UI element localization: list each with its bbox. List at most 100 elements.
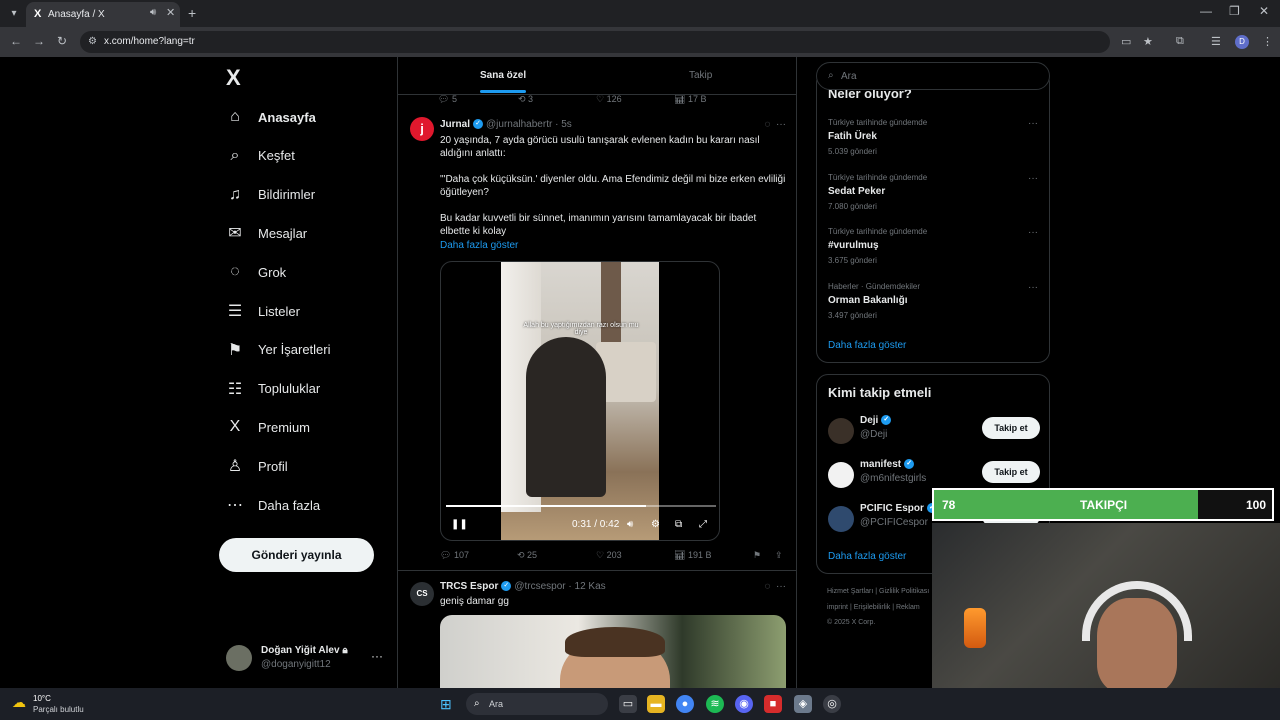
show-more-link[interactable]: Daha fazla göster	[440, 240, 518, 251]
more-icon[interactable]: ···	[1028, 118, 1038, 129]
x-logo-icon[interactable]: X	[226, 65, 241, 91]
tweet-image[interactable]	[440, 615, 786, 688]
spotify-icon[interactable]: ≋	[706, 695, 724, 713]
who-to-follow-show-more[interactable]: Daha fazla göster	[828, 551, 906, 562]
video-player[interactable]: Allah bu yaptığımızdan razı olsun mu diy…	[440, 261, 720, 541]
grok-icon[interactable]: ◌	[764, 581, 770, 592]
tweet[interactable]: j Jurnal ✓ @jurnalhabertr · 5s ◌ ··· 20 ya…	[398, 109, 796, 571]
footer-links[interactable]: imprint | Erişilebilirlik | Reklam	[827, 604, 920, 611]
tab-following[interactable]: Takip	[689, 70, 712, 81]
taskbar-search[interactable]: ⌕ Ara	[466, 693, 608, 715]
chrome-icon[interactable]: ●	[676, 695, 694, 713]
site-info-icon[interactable]: ⚙	[88, 36, 97, 47]
avatar[interactable]	[828, 418, 854, 444]
sidebar-item-daha-fazla[interactable]: ⋯ Daha fazla	[226, 490, 320, 520]
sidebar-item-listeler[interactable]: ☰ Listeler	[226, 296, 300, 326]
follow-button[interactable]: Takip et	[982, 461, 1040, 483]
sidebar-item-premium[interactable]: X Premium	[226, 412, 310, 442]
trend-name: Sedat Peker	[828, 185, 886, 197]
trend-item[interactable]: Türkiye tarihinde gündemde Fatih Ürek 5.03…	[828, 118, 1040, 168]
avatar[interactable]	[828, 506, 854, 532]
share-icon[interactable]: ⇪	[775, 550, 783, 561]
reply-count[interactable]: 💬︎ 5	[438, 94, 457, 105]
more-icon[interactable]: ···	[371, 649, 383, 663]
follow-button[interactable]: Takip et	[982, 417, 1040, 439]
windows-start-icon[interactable]: ⊞	[440, 696, 452, 713]
close-tab-icon[interactable]: ✕	[166, 6, 175, 19]
new-tab-icon[interactable]: +	[188, 5, 196, 21]
tweet[interactable]: CS TRCS Espor ✓ @trcsespor · 12 Kas ◌ ··· …	[398, 572, 796, 688]
bookmark-icon[interactable]: ⚑	[753, 550, 761, 561]
like-count[interactable]: ♡ 203	[596, 550, 622, 561]
browser-profile-avatar[interactable]: D	[1235, 35, 1249, 49]
follow-suggestion[interactable]: Deji ✓ @Deji Takip et	[828, 415, 1040, 449]
reload-icon[interactable]: ↻	[57, 34, 67, 48]
steam-icon[interactable]: ◈	[794, 695, 812, 713]
tweet-text: geniş damar gg	[440, 596, 509, 607]
speaker-icon[interactable]: 🔊︎	[150, 7, 156, 18]
sidebar-item-anasayfa[interactable]: ⌂ Anasayfa	[226, 102, 316, 132]
more-icon[interactable]: ···	[1028, 282, 1038, 293]
more-icon[interactable]: ···	[776, 119, 786, 130]
address-bar[interactable]: ⚙ x.com/home?lang=tr	[80, 31, 1110, 53]
repost-count[interactable]: ⟲ 25	[517, 550, 537, 561]
extensions-icon[interactable]: ⧉	[1176, 35, 1184, 48]
volume-icon[interactable]: 🔊︎	[627, 519, 633, 530]
app-icon[interactable]: ■	[764, 695, 782, 713]
weather-icon[interactable]: ☁	[12, 694, 26, 711]
trend-item[interactable]: Türkiye tarihinde gündemde Sedat Peker 7.0…	[828, 173, 1040, 223]
settings-icon[interactable]: ⚙	[651, 519, 660, 530]
sidebar-item-bildirimler[interactable]: ♫ Bildirimler	[226, 180, 315, 210]
restore-icon[interactable]: ❐	[1229, 4, 1240, 18]
bookmark-icon: ⚑	[227, 341, 243, 359]
forward-icon[interactable]: →	[33, 34, 45, 48]
more-icon[interactable]: ···	[776, 581, 786, 592]
sidebar-item-profil[interactable]: ♙ Profil	[226, 451, 288, 481]
trend-item[interactable]: Haberler · Gündemdekiler Orman Bakanlığı 3…	[828, 282, 1040, 332]
window-close-icon[interactable]: ✕	[1259, 4, 1269, 18]
grok-icon[interactable]: ◌	[764, 119, 770, 130]
cast-icon[interactable]: ▭	[1121, 35, 1131, 48]
account-switcher[interactable]: Doğan Yiğit Alev 🔒︎ @doganyigitt12 ···	[226, 641, 396, 675]
avatar[interactable]: j	[410, 117, 434, 141]
tab-search-icon[interactable]: ▾	[6, 6, 22, 22]
file-explorer-icon[interactable]: ▬	[647, 695, 665, 713]
minimize-icon[interactable]: —	[1200, 4, 1212, 18]
task-view-icon[interactable]: ▭	[619, 695, 637, 713]
trend-context: Haberler · Gündemdekiler	[828, 281, 921, 291]
avatar[interactable]	[828, 462, 854, 488]
view-count[interactable]: 📊︎ 17 B	[674, 94, 706, 105]
bookmark-star-icon[interactable]: ★	[1143, 35, 1153, 48]
sidebar-item-label: Grok	[258, 264, 287, 280]
browser-menu-icon[interactable]: ⋮	[1262, 35, 1273, 48]
trends-show-more[interactable]: Daha fazla göster	[828, 340, 906, 351]
sidebar-item-yer-i̇şaretleri[interactable]: ⚑ Yer İşaretleri	[226, 335, 331, 365]
sidebar-item-grok[interactable]: ◌ Grok	[226, 257, 286, 287]
like-count[interactable]: ♡ 126	[596, 94, 622, 105]
pause-icon[interactable]: ❚❚	[451, 519, 468, 530]
suggestion-name: Deji ✓	[860, 415, 894, 426]
video-frame: Allah bu yaptığımızdan razı olsun mu diy…	[501, 262, 659, 540]
tab-for-you[interactable]: Sana özel	[480, 70, 526, 81]
back-icon[interactable]: ←	[10, 34, 22, 48]
view-count[interactable]: 📊︎ 191 B	[674, 550, 711, 561]
sidebar-item-mesajlar[interactable]: ✉ Mesajlar	[226, 218, 307, 248]
avatar[interactable]: CS	[410, 582, 434, 606]
obs-icon[interactable]: ◎	[823, 695, 841, 713]
discord-icon[interactable]: ◉	[735, 695, 753, 713]
sidebar-item-keşfet[interactable]: ⌕ Keşfet	[226, 141, 295, 171]
trend-item[interactable]: Türkiye tarihinde gündemde #vurulmuş 3.675…	[828, 227, 1040, 277]
media-icon[interactable]: ☰	[1211, 35, 1221, 48]
fullscreen-icon[interactable]: ⤢	[699, 519, 707, 530]
sidebar-item-topluluklar[interactable]: ☷ Topluluklar	[226, 374, 320, 404]
more-icon[interactable]: ···	[1028, 227, 1038, 238]
footer-links[interactable]: Hizmet Şartları | Gizlilik Politikası	[827, 588, 929, 595]
post-button[interactable]: Gönderi yayınla	[219, 538, 374, 572]
reply-count[interactable]: 💬︎ 107	[440, 550, 469, 561]
more-icon[interactable]: ···	[1028, 173, 1038, 184]
search-input[interactable]: ⌕ Ara	[816, 62, 1050, 90]
repost-count[interactable]: ⟲ 3	[518, 94, 533, 105]
video-progress-bar[interactable]	[446, 505, 716, 507]
browser-tab[interactable]: X Anasayfa / X 🔊︎ ✕	[26, 2, 180, 27]
pip-icon[interactable]: ⧉	[675, 519, 682, 530]
